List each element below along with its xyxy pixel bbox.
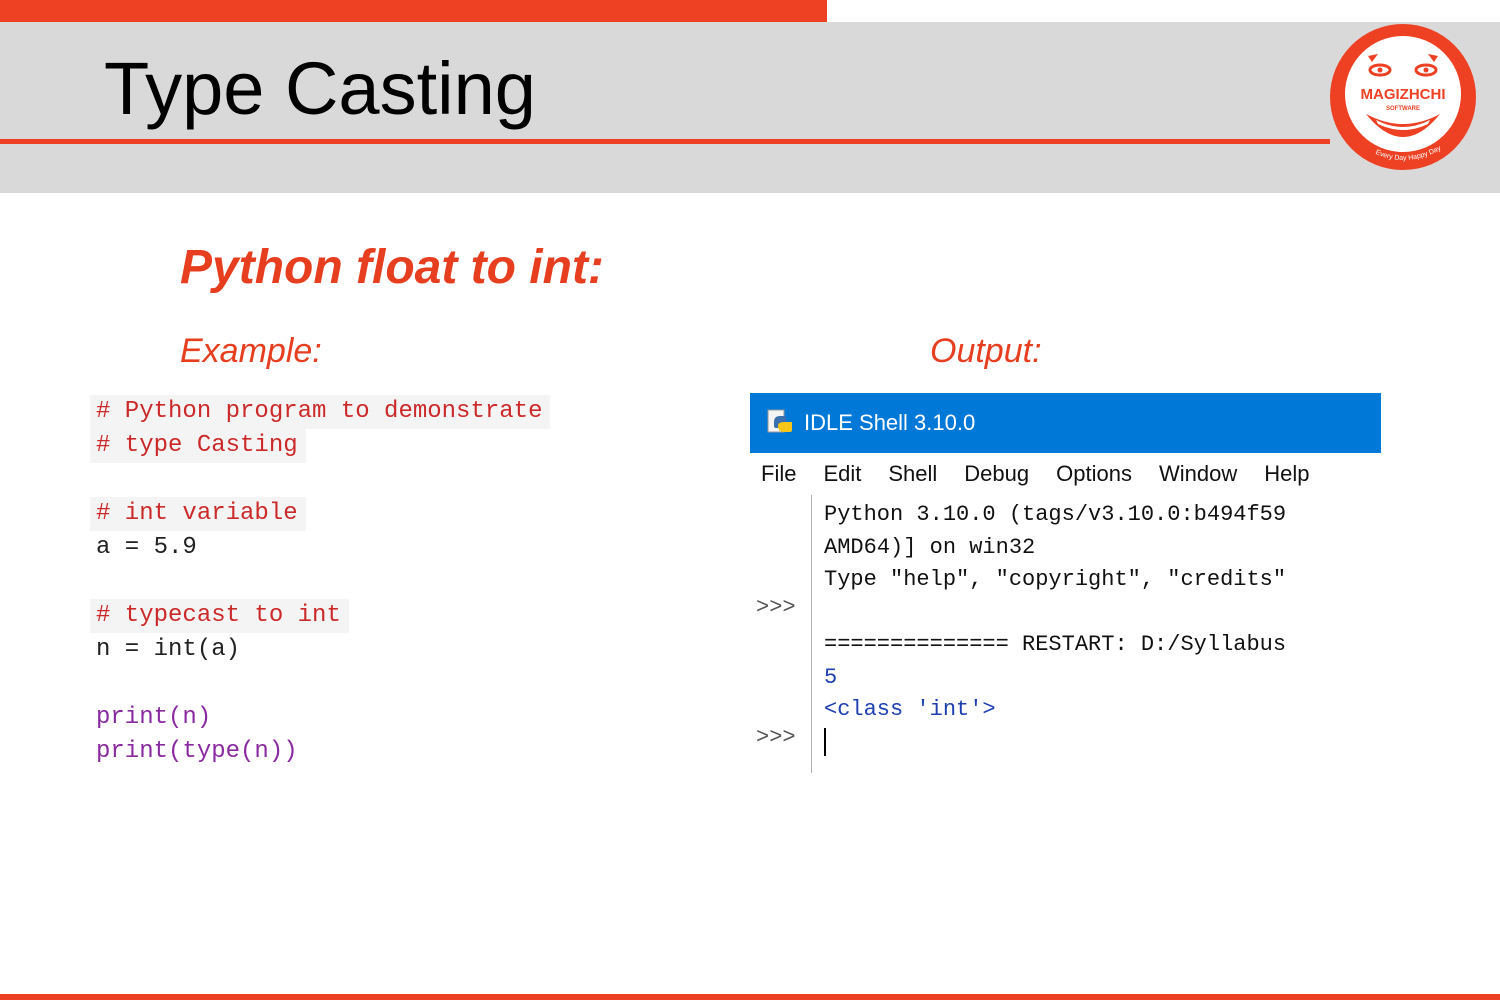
input-line[interactable] [824,727,1286,760]
code-line: a = 5.9 [96,534,197,561]
footer-line [0,994,1500,1000]
text-cursor [824,727,826,756]
idle-shell-body[interactable]: >>> >>> Python 3.10.0 (tags/v3.10.0:b494… [750,495,1381,773]
menu-options[interactable]: Options [1056,461,1132,487]
shell-output: Python 3.10.0 (tags/v3.10.0:b494f59 AMD6… [824,499,1286,759]
code-line: print(type(n)) [96,738,298,765]
idle-window-title: IDLE Shell 3.10.0 [804,410,976,435]
shell-line: Type "help", "copyright", "credits" [824,567,1287,592]
shell-line: <class 'int'> [824,697,996,722]
shell-line: AMD64)] on win32 [824,534,1036,560]
code-line: # typecast to int [90,599,349,633]
output-label: Output: [930,332,1042,370]
idle-titlebar: IDLE Shell 3.10.0 [750,393,1381,453]
code-line: # type Casting [90,429,306,463]
shell-line: ============== RESTART: D:/Syllabus [824,632,1287,657]
menu-shell[interactable]: Shell [888,461,937,487]
logo-name: MAGIZHCHI [1361,86,1446,103]
prompt-gutter: >>> >>> [750,495,812,773]
magizhchi-logo: MAGIZHCHI SOFTWARE Every Day Happy Day [1330,24,1476,170]
code-line: # int variable [90,497,306,531]
idle-app-icon [767,409,792,433]
slide-title: Type Casting [104,47,536,130]
menu-help[interactable]: Help [1264,461,1309,487]
top-accent-bar [0,0,827,22]
logo-sub: SOFTWARE [1386,106,1420,112]
shell-line: 5 [824,664,838,690]
idle-menubar: File Edit Shell Debug Options Window Hel… [750,453,1381,495]
idle-shell-window: IDLE Shell 3.10.0 File Edit Shell Debug … [750,393,1381,773]
code-line: print(n) [96,704,212,731]
menu-file[interactable]: File [761,461,796,487]
shell-prompt: >>> [756,725,796,750]
section-heading: Python float to int: [180,241,604,294]
code-line: # Python program to demonstrate [90,395,551,429]
menu-edit[interactable]: Edit [823,461,861,487]
header-underline [0,139,1330,144]
shell-prompt: >>> [756,595,796,620]
menu-window[interactable]: Window [1159,461,1237,487]
code-example: # Python program to demonstrate # type C… [90,395,650,769]
code-line: n = int(a) [96,636,241,663]
shell-line: Python 3.10.0 (tags/v3.10.0:b494f59 [824,502,1287,527]
example-label: Example: [180,332,322,370]
menu-debug[interactable]: Debug [964,461,1029,487]
